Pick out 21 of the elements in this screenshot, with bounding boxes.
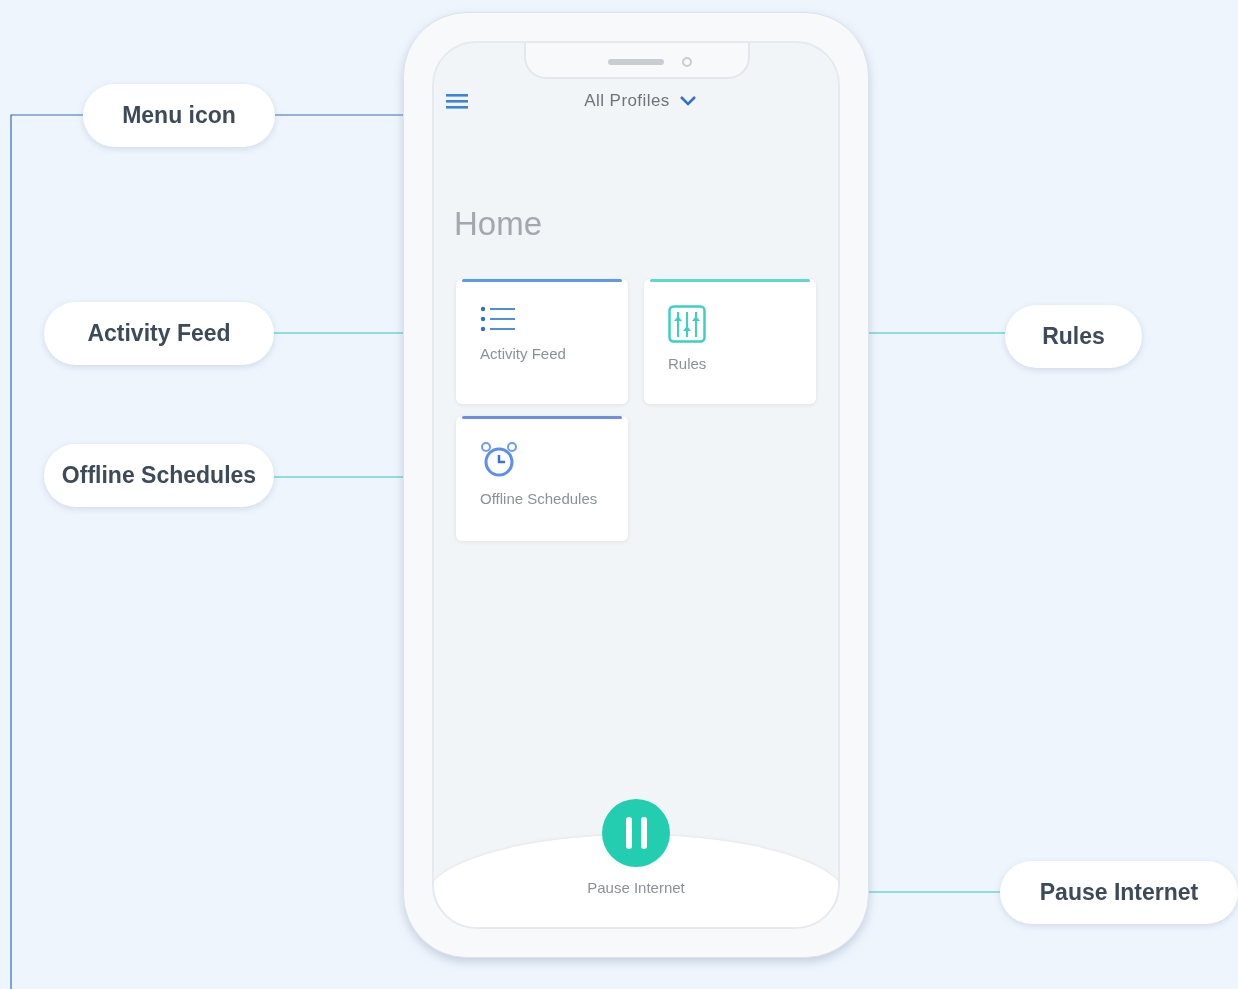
feature-tile[interactable]: Activity Feed: [456, 278, 628, 404]
profile-selector[interactable]: All Profiles: [584, 88, 696, 114]
chevron-down-icon: [679, 96, 696, 106]
tile-label: Rules: [668, 353, 707, 374]
tile-label: Offline Schedules: [480, 488, 598, 509]
callout-label: Activity Feed: [44, 302, 274, 365]
callout-label: Rules: [1005, 305, 1142, 368]
callout-label: Offline Schedules: [44, 444, 274, 507]
menu-icon[interactable]: [446, 93, 468, 109]
page-title: Home: [454, 204, 544, 244]
pause-label: Pause Internet: [587, 878, 685, 898]
sliders-icon: [668, 304, 706, 343]
alarm-clock-icon: [480, 441, 518, 478]
speaker-grille: [608, 59, 664, 65]
callout-label: Pause Internet: [1000, 861, 1238, 924]
feature-tile[interactable]: Offline Schedules: [456, 415, 628, 541]
callout-label: Menu icon: [83, 84, 275, 147]
feature-tile[interactable]: Rules: [644, 278, 816, 404]
pause-icon: [625, 817, 647, 849]
tile-label: Activity Feed: [480, 343, 566, 364]
list-icon: [480, 304, 516, 333]
